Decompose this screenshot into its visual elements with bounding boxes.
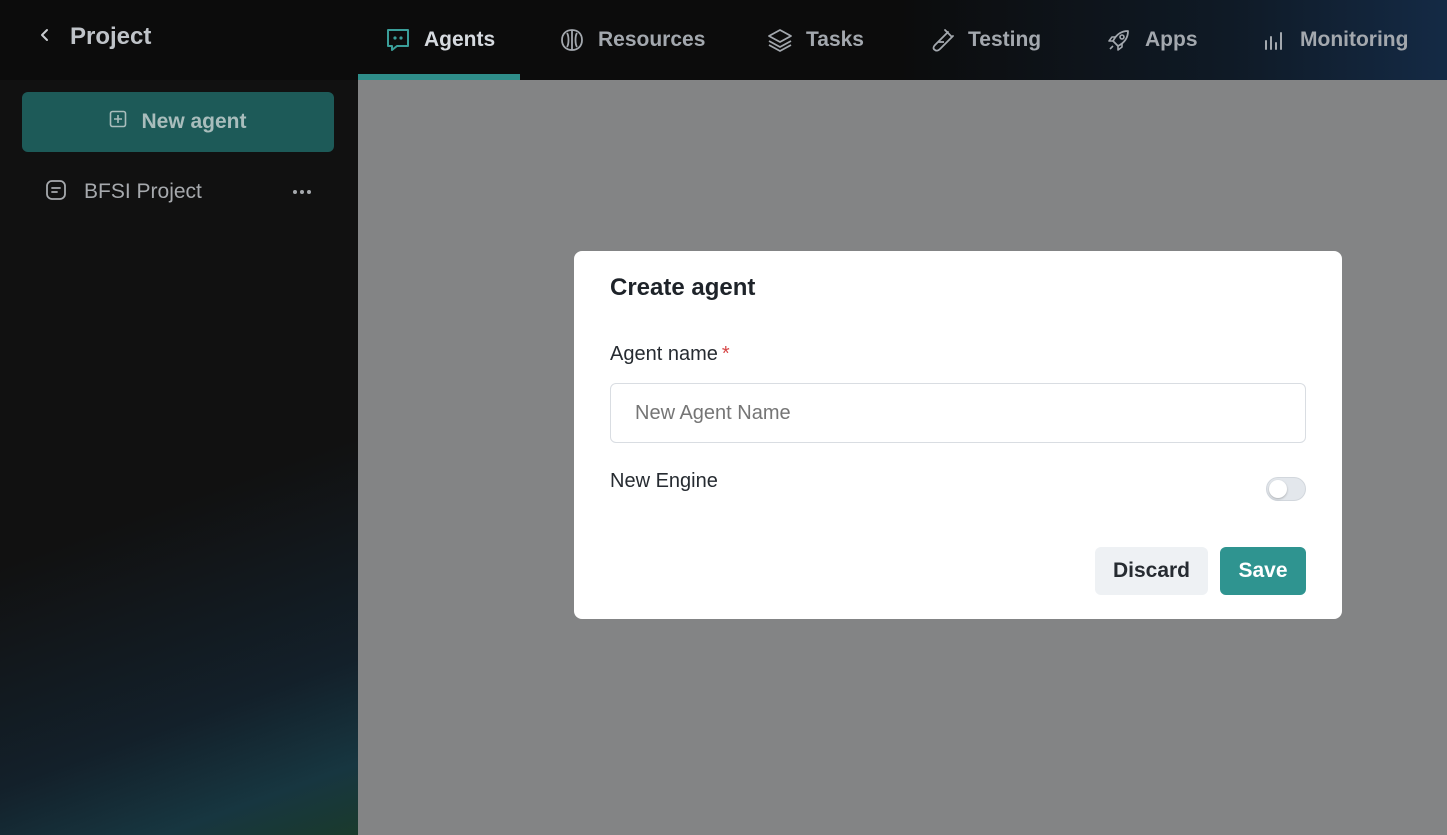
new-engine-toggle[interactable] [1266, 477, 1306, 501]
new-agent-label: New agent [141, 110, 247, 133]
agent-name-input[interactable] [610, 383, 1306, 443]
tab-label: Monitoring [1300, 28, 1409, 51]
new-agent-button[interactable]: New agent [22, 92, 334, 152]
chevron-left-icon [39, 28, 51, 47]
brain-icon [558, 26, 586, 54]
tab-resources[interactable]: Resources [558, 0, 705, 80]
required-asterisk: * [721, 343, 730, 365]
tab-testing[interactable]: Testing [928, 0, 1041, 80]
tab-monitoring[interactable]: Monitoring [1260, 0, 1408, 80]
sidebar-item-label: BFSI Project [84, 180, 202, 203]
plus-square-icon [109, 110, 127, 134]
agent-name-label-text: Agent name [610, 343, 718, 365]
tab-tasks[interactable]: Tasks [766, 0, 864, 80]
tab-label: Apps [1145, 28, 1198, 51]
tab-label: Testing [968, 28, 1042, 51]
tab-label: Tasks [806, 28, 864, 51]
document-icon [44, 178, 68, 207]
back-button[interactable] [30, 22, 60, 52]
rocket-icon [1105, 26, 1133, 54]
agent-name-label: Agent name * [610, 343, 730, 366]
sidebar-item-bfsi-project[interactable]: BFSI Project [44, 174, 334, 210]
dialog-title: Create agent [610, 274, 756, 301]
chat-bubble-icon [384, 26, 412, 54]
tab-agents[interactable]: Agents [384, 0, 495, 80]
toggle-knob [1269, 480, 1287, 498]
more-options-icon[interactable] [290, 180, 314, 204]
tab-label: Agents [424, 28, 496, 51]
project-title: Project [70, 23, 152, 50]
discard-button[interactable]: Discard [1095, 547, 1208, 595]
layers-icon [766, 26, 794, 54]
top-navigation-bar: Project Agents Resources Tasks Testing A… [0, 0, 1447, 80]
bar-chart-icon [1260, 26, 1288, 54]
tab-label: Resources [598, 28, 706, 51]
save-button[interactable]: Save [1220, 547, 1306, 595]
new-engine-label: New Engine [610, 470, 718, 492]
create-agent-dialog: Create agent Agent name* New Engine Disc… [574, 251, 1342, 619]
sidebar: New agent BFSI Project [0, 80, 358, 835]
test-tube-icon [928, 26, 956, 54]
tab-apps[interactable]: Apps [1105, 0, 1198, 80]
